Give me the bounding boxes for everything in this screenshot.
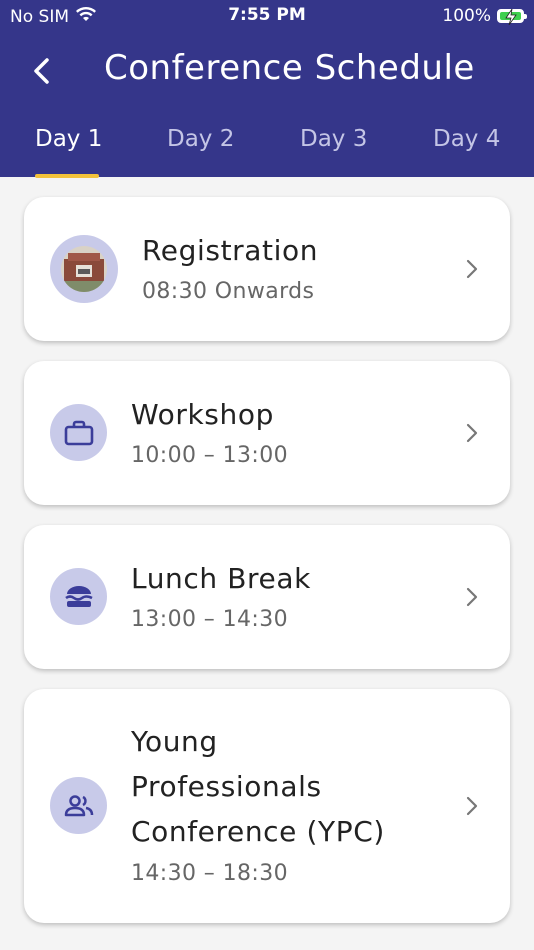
briefcase-icon xyxy=(50,404,107,461)
chevron-right-icon xyxy=(466,259,478,279)
chevron-right-icon xyxy=(466,796,478,816)
building-photo-icon xyxy=(50,235,118,303)
item-title: Young Professionals Conference (YPC) xyxy=(131,719,385,854)
item-time: 08:30 Onwards xyxy=(142,279,315,304)
item-time: 14:30 – 18:30 xyxy=(131,861,288,886)
back-button[interactable] xyxy=(24,53,60,89)
tab-day-3[interactable]: Day 3 xyxy=(300,126,367,152)
tab-day-2[interactable]: Day 2 xyxy=(167,126,234,152)
tab-day-1[interactable]: Day 1 xyxy=(35,126,102,152)
item-title-line: Professionals xyxy=(131,770,322,803)
day-tabs: Day 1 Day 2 Day 3 Day 4 xyxy=(0,120,534,178)
item-title: Registration xyxy=(142,234,319,267)
chevron-right-icon xyxy=(466,423,478,443)
chevron-left-icon xyxy=(34,58,49,84)
people-icon xyxy=(50,777,107,834)
item-title-line: Young xyxy=(131,725,218,758)
tab-day-4[interactable]: Day 4 xyxy=(433,126,500,152)
schedule-item-registration[interactable]: Registration 08:30 Onwards xyxy=(24,197,510,341)
burger-icon xyxy=(50,568,107,625)
item-title-line: Conference (YPC) xyxy=(131,815,385,848)
schedule-item-lunch-break[interactable]: Lunch Break 13:00 – 14:30 xyxy=(24,525,510,669)
item-time: 10:00 – 13:00 xyxy=(131,443,288,468)
item-title: Workshop xyxy=(131,398,274,431)
schedule-item-ypc[interactable]: Young Professionals Conference (YPC) 14:… xyxy=(24,689,510,923)
page-title: Conference Schedule xyxy=(104,48,475,88)
status-right: 100% xyxy=(442,6,527,26)
item-title: Lunch Break xyxy=(131,562,311,595)
item-time: 13:00 – 14:30 xyxy=(131,607,288,632)
schedule-item-workshop[interactable]: Workshop 10:00 – 13:00 xyxy=(24,361,510,505)
battery-icon xyxy=(497,9,527,25)
chevron-right-icon xyxy=(466,587,478,607)
battery-percent: 100% xyxy=(442,6,491,26)
title-row: Conference Schedule xyxy=(0,40,534,100)
status-bar: No SIM 7:55 PM 100% xyxy=(0,0,534,32)
active-tab-indicator xyxy=(35,174,99,178)
app-header: No SIM 7:55 PM 100% Conference Schedule … xyxy=(0,0,534,178)
